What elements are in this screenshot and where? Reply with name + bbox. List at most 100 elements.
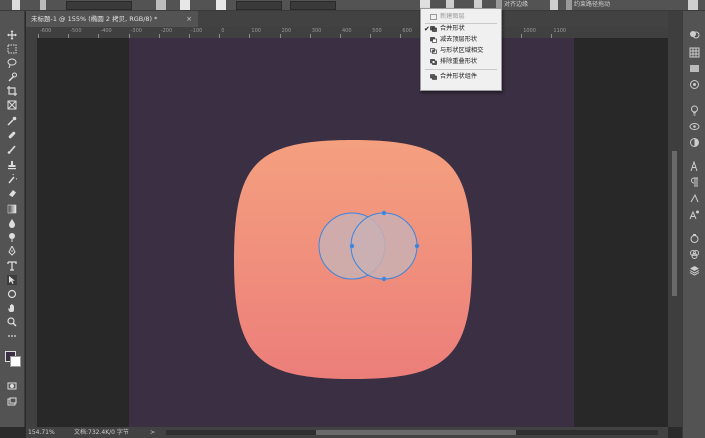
menu-item-subtract-front-shape[interactable]: 减去顶层形状 [421,35,501,45]
styles-panel-icon[interactable] [688,137,700,148]
vertical-scroll-thumb[interactable] [672,151,677,296]
tools-panel [0,11,25,427]
canvas-artwork [234,140,472,379]
gradient-tool-icon[interactable] [7,204,17,214]
menu-separator [425,69,497,70]
menu-item-combine-shapes[interactable]: ✔ 合并形状 [421,24,501,34]
patterns-panel-icon[interactable] [688,79,700,90]
menu-item-merge-shape-components[interactable]: 合并形状组件 [421,72,501,82]
paragraph-panel-icon[interactable] [688,177,700,188]
close-icon[interactable]: × [186,11,192,27]
horizontal-scrollbar[interactable] [166,430,658,435]
zoom-tool-icon[interactable] [7,317,17,327]
ruler-tick-label: 0 [221,28,225,34]
anchor-point[interactable] [381,210,387,216]
ruler-tick-label: -500 [70,28,82,34]
ruler-tick-label: -600 [40,28,52,34]
ruler-tick-label: -300 [130,28,142,34]
menu-item-intersect-shape-areas[interactable]: 与形状区域相交 [421,46,501,56]
clone-stamp-icon[interactable] [7,160,17,170]
ruler-tick-label: 1000 [523,28,536,34]
constrain-path-label: 约束路径拖动 [574,1,611,8]
menu-item-exclude-overlapping-shapes[interactable]: 排除重叠形状 [421,57,501,67]
history-brush-icon[interactable] [7,174,17,184]
ruler-tick-label: 100 [251,28,261,34]
stroke-swatch[interactable] [180,0,190,10]
horizontal-scroll-thumb[interactable] [316,430,516,435]
menu-item-new-layer[interactable]: 新建图层 [421,12,501,22]
character-styles-icon[interactable] [688,209,700,220]
libraries-panel-icon[interactable] [688,233,700,244]
blur-tool-icon[interactable] [7,218,17,228]
glyphs-panel-icon[interactable] [688,193,700,204]
anchor-point[interactable] [349,243,355,249]
document-tab-bar: 未标题-1 @ 155% (椭圆 2 拷贝, RGB/8) * × [26,11,668,27]
layers-panel-icon[interactable] [688,265,700,276]
stroke-width-field[interactable] [236,1,282,10]
stroke-options-icon[interactable] [216,0,226,10]
fill-swatch[interactable] [156,0,166,10]
dodge-tool-icon[interactable] [7,232,17,242]
zoom-level[interactable]: 154.71% [28,427,55,438]
character-panel-icon[interactable] [688,161,700,172]
swatches-panel-icon[interactable] [688,47,700,58]
type-tool-icon[interactable] [7,261,17,271]
menu-item-label: 减去顶层形状 [440,36,478,43]
brush-tool-icon[interactable] [7,144,17,154]
status-bar: 154.71% 文档:732.4K/0 字节 > [26,427,668,438]
ellipse-tool-icon[interactable] [7,289,17,299]
search-icon[interactable] [688,0,698,10]
quick-mask-icon[interactable] [7,381,17,391]
ellipse-paths[interactable] [318,210,420,282]
menu-item-label: 与形状区域相交 [440,47,484,54]
constrain-checkbox[interactable] [566,0,572,10]
subtract-front-shape-icon [430,37,437,43]
marquee-tool-icon[interactable] [7,44,17,54]
vertical-scrollbar[interactable] [668,11,682,427]
document-canvas[interactable] [129,38,574,427]
merge-shape-components-icon [430,74,437,80]
learn-panel-icon[interactable] [688,105,700,116]
ruler-tick-label: 300 [311,28,322,34]
crop-tool-icon[interactable] [7,86,17,96]
option-field[interactable] [66,1,132,10]
home-icon[interactable] [12,0,20,10]
ellipse-path-right[interactable] [350,212,418,280]
align-edges-label: 对齐边缘 [504,1,529,8]
menu-item-label: 合并形状 [440,25,465,32]
more-tools-icon[interactable] [7,331,17,341]
gear-icon[interactable] [550,0,558,10]
hand-tool-icon[interactable] [7,303,17,313]
status-menu-arrow[interactable]: > [150,427,155,438]
screen-mode-icon[interactable] [7,397,17,407]
healing-brush-icon[interactable] [7,130,17,140]
ruler-tick-label: -400 [100,28,112,34]
eyedropper-tool-icon[interactable] [7,116,17,126]
document-tab[interactable]: 未标题-1 @ 155% (椭圆 2 拷贝, RGB/8) * × [26,11,198,27]
frame-tool-icon[interactable] [7,100,17,110]
intersect-shape-areas-icon [430,48,437,54]
anchor-point[interactable] [414,243,420,249]
path-selection-tool-icon[interactable] [7,275,17,285]
adjustments-panel-icon[interactable] [688,121,700,132]
eraser-tool-icon[interactable] [7,188,17,198]
ruler-tick-label: -200 [160,28,173,34]
move-tool-icon[interactable] [7,30,17,40]
gradients-panel-icon[interactable] [688,63,700,74]
channels-panel-icon[interactable] [688,249,700,260]
document-info: 文档:732.4K/0 字节 [74,429,129,436]
color-panel-icon[interactable] [688,29,700,40]
quick-select-tool-icon[interactable] [7,72,17,82]
anchor-point[interactable] [381,276,387,282]
ruler-tick-label: -100 [191,28,203,34]
combine-shapes-icon [430,26,437,32]
menu-item-label: 新建图层 [440,13,465,20]
pen-tool-icon[interactable] [7,246,17,256]
new-layer-icon [430,14,437,20]
ruler-tick-label: 1100 [553,28,567,34]
background-color-swatch[interactable] [10,356,21,367]
width-field[interactable] [290,1,336,10]
lasso-tool-icon[interactable] [7,58,17,68]
path-select-tool-icon[interactable] [40,0,46,10]
ruler-tick-label: 400 [342,28,352,34]
